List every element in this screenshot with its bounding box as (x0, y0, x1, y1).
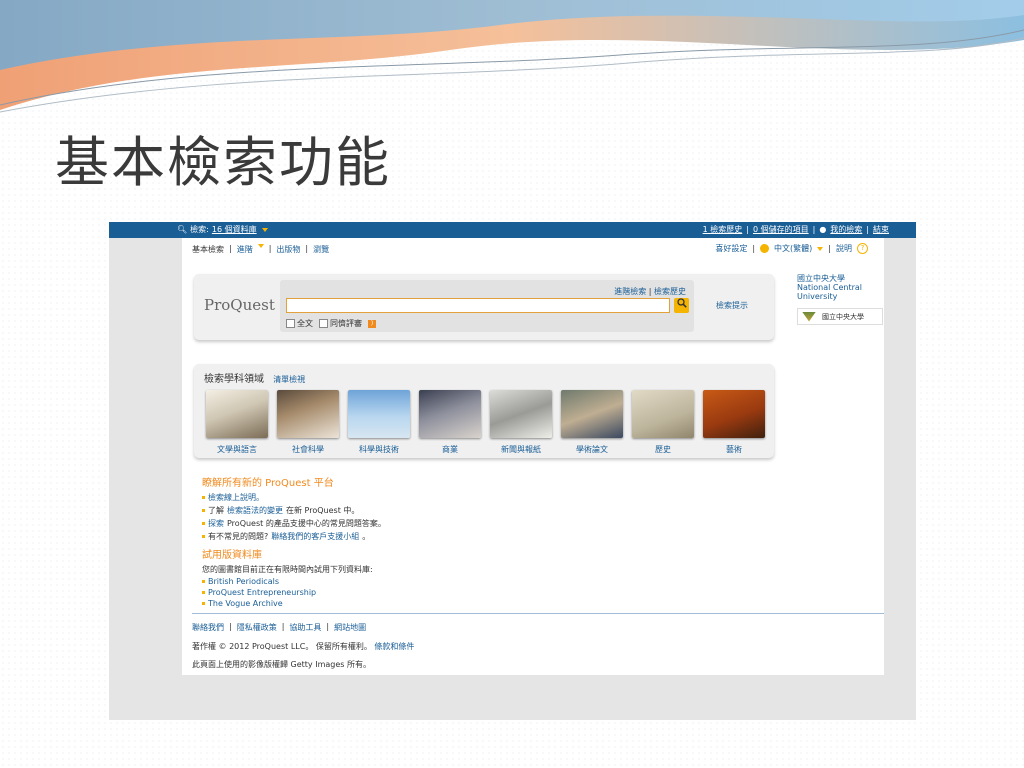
peer-reviewed-option[interactable]: 同儕評審 (319, 318, 362, 329)
subject-label[interactable]: 商業 (415, 444, 485, 455)
institution-logo: 國立中央大學 (797, 308, 883, 325)
peer-reviewed-checkbox[interactable] (319, 319, 328, 328)
advanced-search-link[interactable]: 進階檢索 (614, 287, 646, 296)
exit-link[interactable]: 結束 (873, 224, 889, 235)
footer-links: 聯絡我們 | 隱私權政策 | 協助工具 | 網站地圖 (192, 622, 367, 633)
subject-tile-dissertations[interactable] (561, 390, 623, 438)
proquest-logo: ProQuest (204, 296, 275, 314)
search-label: 檢索: (190, 225, 209, 234)
nav-advanced[interactable]: 進階 (237, 244, 253, 255)
search-history-link[interactable]: 1 檢索歷史 (703, 224, 743, 235)
subject-label[interactable]: 新聞與報紙 (486, 444, 556, 455)
institution-name: 國立中央大學 National Central University (797, 274, 887, 301)
contact-support-link[interactable]: 聯絡我們的客戶支援小組 (271, 531, 359, 542)
slide-wave-decoration (0, 0, 1024, 113)
subject-label[interactable]: 文學與語言 (202, 444, 272, 455)
search-history-link[interactable]: 檢索歷史 (654, 287, 686, 296)
image-credit: 此頁面上使用的影像版權歸 Getty Images 所有。 (192, 660, 371, 669)
list-item: The Vogue Archive (202, 599, 762, 608)
list-item: 檢索線上說明。 (202, 492, 762, 503)
subjects-heading: 檢索學科領域 (204, 374, 264, 385)
institution-logo-text: 國立中央大學 (822, 312, 864, 321)
subject-tile-news[interactable] (490, 390, 552, 438)
subject-label[interactable]: 學術論文 (557, 444, 627, 455)
search-form: 進階檢索 | 檢索歷史 全文 同儕評審 ) (280, 280, 694, 332)
institution-name-zh: 國立中央大學 (797, 274, 845, 283)
subject-tile-science[interactable] (348, 390, 410, 438)
list-item: 了解 檢索語法的變更 在新 ProQuest 中。 (202, 505, 762, 516)
subject-tile-arts[interactable] (703, 390, 765, 438)
main-page: 基本檢索 | 進階 | 出版物 | 瀏覽 喜好設定 | 中文(繁體) | 說明 … (182, 238, 884, 675)
sitemap-link[interactable]: 網站地圖 (334, 622, 366, 633)
my-search-link[interactable]: 我的檢索 (830, 224, 862, 235)
search-input[interactable] (286, 298, 670, 313)
subject-tile-business[interactable] (419, 390, 481, 438)
top-toolbar: 🔍︎ 檢索: 16 個資料庫 1 檢索歷史 | 0 個儲存的項目 | ● 我的檢… (109, 222, 916, 238)
search-button[interactable] (674, 298, 689, 313)
peer-reviewed-label: 同儕評審 (330, 319, 362, 328)
proquest-screenshot: 🔍︎ 檢索: 16 個資料庫 1 檢索歷史 | 0 個儲存的項目 | ● 我的檢… (109, 222, 916, 720)
trial-heading: 試用版資料庫 (202, 550, 262, 561)
contact-link[interactable]: 聯絡我們 (192, 622, 224, 633)
explore-link[interactable]: 探索 (208, 518, 224, 529)
search-panel: ProQuest 進階檢索 | 檢索歷史 全文 同儕評審 ) 檢索提示 (194, 274, 774, 340)
trial-db-link[interactable]: The Vogue Archive (208, 599, 283, 608)
subject-areas-panel: 檢索學科領域 清單檢視 文學與語言 社會科學 科學與技術 商業 新聞與報紙 學術… (194, 364, 774, 458)
chevron-down-icon[interactable] (817, 246, 824, 251)
trial-db-link[interactable]: British Periodicals (208, 577, 279, 586)
saved-items-link[interactable]: 0 個儲存的項目 (753, 224, 809, 235)
subject-label[interactable]: 藝術 (699, 444, 769, 455)
trial-db-link[interactable]: ProQuest Entrepreneurship (208, 588, 316, 597)
fulltext-label: 全文 (297, 319, 313, 328)
main-nav: 基本檢索 | 進階 | 出版物 | 瀏覽 (192, 244, 330, 255)
slide-title: 基本檢索功能 (55, 131, 391, 194)
list-item: ProQuest Entrepreneurship (202, 588, 762, 597)
info-heading: 瞭解所有新的 ProQuest 平台 (202, 478, 334, 489)
nav-basic-search[interactable]: 基本檢索 (192, 244, 224, 255)
user-icon: ● (819, 225, 827, 234)
info-section: 瞭解所有新的 ProQuest 平台 檢索線上說明。 了解 檢索語法的變更 在新 P… (202, 474, 762, 610)
university-emblem-icon (802, 311, 816, 322)
help-link[interactable]: 說明 (836, 243, 852, 254)
subject-tile-history[interactable] (632, 390, 694, 438)
list-view-link[interactable]: 清單檢視 (273, 375, 305, 384)
search-icon (676, 298, 687, 308)
chevron-down-icon[interactable] (261, 227, 268, 232)
search-tips-link[interactable]: 檢索提示 (716, 300, 748, 311)
accessibility-link[interactable]: 協助工具 (289, 622, 321, 633)
subject-label[interactable]: 科學與技術 (344, 444, 414, 455)
subject-label[interactable]: 社會科學 (273, 444, 343, 455)
language-select[interactable]: 中文(繁體) (774, 243, 812, 254)
institution-name-en: National Central University (797, 283, 863, 301)
preferences-link[interactable]: 喜好設定 (715, 243, 747, 254)
nav-publications[interactable]: 出版物 (276, 244, 300, 255)
list-item: 探索 ProQuest 的產品支援中心的常見問題答案。 (202, 518, 762, 529)
subject-tile-social-science[interactable] (277, 390, 339, 438)
subject-tile-literature[interactable] (206, 390, 268, 438)
terms-link[interactable]: 條款和條件 (374, 642, 414, 651)
rss-icon[interactable]: ) (368, 319, 376, 328)
help-icon[interactable]: ? (857, 243, 868, 254)
copyright-text: 著作權 © 2012 ProQuest LLC。 保留所有權利。 (192, 642, 372, 651)
trial-intro: 您的圖書館目前正在有限時間內試用下列資料庫: (202, 565, 373, 574)
footer-divider (192, 613, 884, 614)
fulltext-checkbox[interactable] (286, 319, 295, 328)
list-item: 有不常見的問題? 聯絡我們的客戶支援小組。 (202, 531, 762, 542)
chevron-down-icon[interactable] (257, 244, 264, 248)
search-icon: 🔍︎ (177, 225, 188, 234)
nav-right: 喜好設定 | 中文(繁體) | 說明 ? (715, 243, 868, 254)
list-item: British Periodicals (202, 577, 762, 586)
fulltext-option[interactable]: 全文 (286, 318, 313, 329)
globe-icon (760, 244, 770, 253)
nav-browse[interactable]: 瀏覽 (313, 244, 329, 255)
online-help-link[interactable]: 檢索線上說明。 (208, 492, 264, 503)
database-count-link[interactable]: 16 個資料庫 (212, 224, 257, 235)
subject-label[interactable]: 歷史 (628, 444, 698, 455)
syntax-changes-link[interactable]: 檢索語法的變更 (227, 505, 283, 516)
copyright: 著作權 © 2012 ProQuest LLC。 保留所有權利。 條款和條件 (192, 641, 414, 652)
privacy-link[interactable]: 隱私權政策 (237, 622, 277, 633)
